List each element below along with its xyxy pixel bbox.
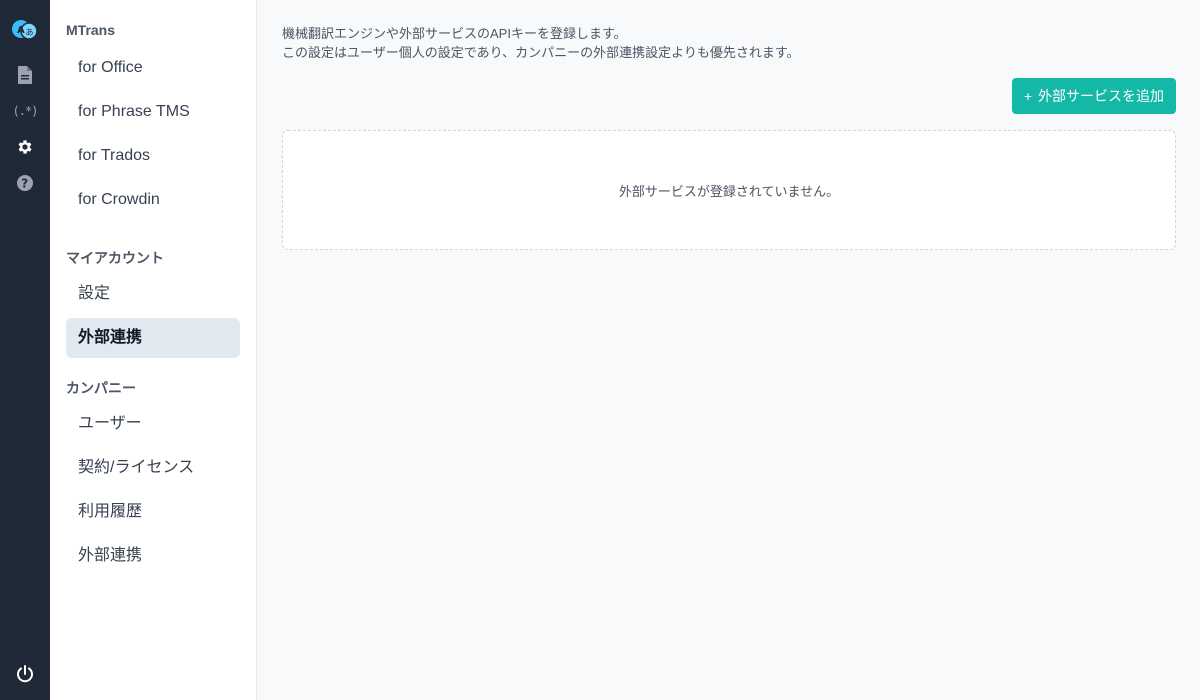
- toolbar: + 外部サービスを追加: [282, 78, 1176, 114]
- sidebar-item-for-office[interactable]: for Office: [66, 48, 240, 88]
- settings-sidebar: MTrans for Office for Phrase TMS for Tra…: [50, 0, 257, 700]
- description-line-2: この設定はユーザー個人の設定であり、カンパニーの外部連携設定よりも優先されます。: [282, 45, 800, 60]
- empty-state-message: 外部サービスが登録されていません。: [618, 183, 840, 199]
- plus-icon: +: [1023, 88, 1032, 104]
- sidebar-item-users[interactable]: ユーザー: [66, 404, 240, 444]
- sidebar-group-mtrans: MTrans for Office for Phrase TMS for Tra…: [50, 20, 256, 220]
- sidebar-item-for-trados[interactable]: for Trados: [66, 136, 240, 176]
- sidebar-item-company-integrations[interactable]: 外部連携: [66, 536, 240, 576]
- app-root: A あ (.*) ? MTrans for Office for Phrase …: [0, 0, 1200, 700]
- svg-text:A: A: [17, 25, 25, 36]
- sidebar-group-my-account: マイアカウント 設定 外部連携: [50, 248, 256, 358]
- section-title-mtrans: MTrans: [66, 22, 116, 38]
- power-icon[interactable]: [0, 662, 50, 686]
- sidebar-group-company: カンパニー ユーザー 契約/ライセンス 利用履歴 外部連携: [50, 378, 256, 576]
- sidebar-item-for-crowdin[interactable]: for Crowdin: [66, 180, 240, 220]
- document-icon[interactable]: [0, 64, 50, 86]
- help-icon[interactable]: ?: [0, 172, 50, 194]
- sidebar-item-contract-license[interactable]: 契約/ライセンス: [66, 448, 240, 488]
- svg-text:?: ?: [21, 177, 28, 191]
- gear-icon[interactable]: [0, 136, 50, 158]
- icon-rail: A あ (.*) ?: [0, 0, 50, 700]
- sidebar-item-user-integrations[interactable]: 外部連携: [66, 318, 240, 358]
- section-title-my-account: マイアカウント: [66, 250, 164, 266]
- empty-state-panel: 外部サービスが登録されていません。: [282, 130, 1176, 250]
- sidebar-item-settings[interactable]: 設定: [66, 274, 240, 314]
- account-nav-list: 設定 外部連携: [50, 274, 256, 358]
- add-external-service-button[interactable]: + 外部サービスを追加: [1011, 78, 1176, 114]
- regex-icon[interactable]: (.*): [0, 100, 50, 122]
- section-title-company: カンパニー: [66, 380, 136, 396]
- mtrans-nav-list: for Office for Phrase TMS for Trados for…: [50, 48, 256, 220]
- description-line-1: 機械翻訳エンジンや外部サービスのAPIキーを登録します。: [282, 26, 627, 41]
- company-nav-list: ユーザー 契約/ライセンス 利用履歴 外部連携: [50, 404, 256, 576]
- add-button-label: 外部サービスを追加: [1038, 88, 1164, 104]
- sidebar-item-usage-history[interactable]: 利用履歴: [66, 492, 240, 532]
- main-content: 機械翻訳エンジンや外部サービスのAPIキーを登録します。 この設定はユーザー個人…: [257, 0, 1200, 700]
- page-description: 機械翻訳エンジンや外部サービスのAPIキーを登録します。 この設定はユーザー個人…: [282, 24, 1176, 62]
- sidebar-item-for-phrase-tms[interactable]: for Phrase TMS: [66, 92, 240, 132]
- app-logo-icon[interactable]: A あ: [0, 16, 50, 44]
- svg-text:あ: あ: [26, 28, 34, 37]
